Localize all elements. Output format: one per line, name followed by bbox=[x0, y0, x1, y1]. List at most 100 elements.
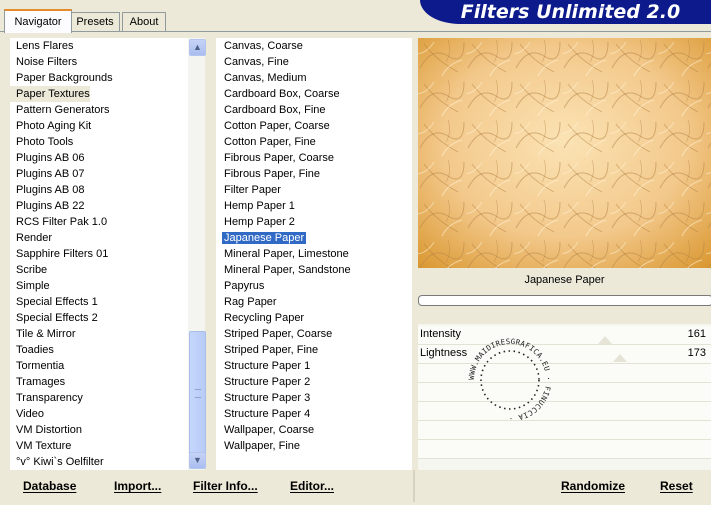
preview-filter-name: Japanese Paper bbox=[524, 274, 605, 286]
category-item[interactable]: Pattern Generators bbox=[10, 102, 110, 118]
filter-item[interactable]: Striped Paper, Fine bbox=[216, 342, 318, 358]
filter-item[interactable]: Canvas, Coarse bbox=[216, 38, 303, 54]
category-item[interactable]: Plugins AB 07 bbox=[10, 166, 85, 182]
category-item-label: Paper Textures bbox=[16, 88, 90, 100]
filter-info-button[interactable]: Filter Info... bbox=[193, 476, 258, 496]
editor-button[interactable]: Editor... bbox=[290, 476, 334, 496]
category-item[interactable]: Photo Tools bbox=[10, 134, 73, 150]
tab-divider bbox=[0, 31, 711, 32]
scroll-up-icon[interactable]: ▲ bbox=[189, 39, 206, 56]
intensity-slider-marker-icon[interactable] bbox=[598, 336, 612, 344]
category-item-label: VM Distortion bbox=[16, 424, 83, 436]
scroll-down-icon[interactable]: ▼ bbox=[189, 452, 206, 469]
filter-item-label: Canvas, Medium bbox=[224, 72, 307, 84]
scroll-thumb[interactable] bbox=[189, 331, 206, 455]
filter-item-label: Hemp Paper 2 bbox=[224, 216, 295, 228]
category-scrollbar[interactable]: ▲ ▼ bbox=[188, 38, 206, 470]
tab-presets[interactable]: Presets bbox=[70, 12, 120, 31]
reset-button[interactable]: Reset bbox=[660, 476, 693, 496]
category-item[interactable]: Tile & Mirror bbox=[10, 326, 75, 342]
category-item[interactable]: Plugins AB 08 bbox=[10, 182, 85, 198]
category-item[interactable]: Paper Textures bbox=[10, 86, 90, 102]
filter-item[interactable]: Filter Paper bbox=[216, 182, 281, 198]
filter-item[interactable]: Mineral Paper, Limestone bbox=[216, 246, 349, 262]
filter-item-label: Structure Paper 2 bbox=[224, 376, 311, 388]
filter-item-label: Hemp Paper 1 bbox=[224, 200, 295, 212]
category-item-label: Tile & Mirror bbox=[16, 328, 76, 340]
filter-item-label: Filter Paper bbox=[224, 184, 281, 196]
filter-item-label: Papyrus bbox=[224, 280, 265, 292]
category-item[interactable]: Plugins AB 22 bbox=[10, 198, 85, 214]
category-item[interactable]: Sapphire Filters 01 bbox=[10, 246, 108, 262]
category-item[interactable]: °v° Kiwi`s Oelfilter bbox=[10, 454, 104, 470]
category-item[interactable]: Tramages bbox=[10, 374, 65, 390]
category-item-label: Plugins AB 22 bbox=[16, 200, 85, 212]
filter-item[interactable]: Striped Paper, Coarse bbox=[216, 326, 332, 342]
filter-item[interactable]: Cotton Paper, Fine bbox=[216, 134, 316, 150]
filter-list[interactable]: Canvas, Coarse Canvas, Fine Canvas, Medium… bbox=[216, 38, 412, 470]
category-item-label: °v° Kiwi`s Oelfilter bbox=[16, 456, 104, 468]
filter-item-label: Cotton Paper, Coarse bbox=[224, 120, 330, 132]
filter-item[interactable]: Wallpaper, Coarse bbox=[216, 422, 314, 438]
lightness-slider-marker-icon[interactable] bbox=[613, 354, 627, 362]
filter-item[interactable]: Recycling Paper bbox=[216, 310, 304, 326]
filter-item[interactable]: Rag Paper bbox=[216, 294, 277, 310]
category-item[interactable]: Photo Aging Kit bbox=[10, 118, 91, 134]
category-list[interactable]: Lens Flares Noise Filters Paper Background… bbox=[10, 38, 188, 470]
filter-item[interactable]: Japanese Paper bbox=[216, 230, 307, 246]
category-item[interactable]: Video bbox=[10, 406, 44, 422]
filter-item[interactable]: Wallpaper, Fine bbox=[216, 438, 300, 454]
category-item-label: Noise Filters bbox=[16, 56, 78, 68]
filter-item[interactable]: Canvas, Fine bbox=[216, 54, 289, 70]
randomize-button[interactable]: Randomize bbox=[561, 476, 625, 496]
filter-item[interactable]: Structure Paper 4 bbox=[216, 406, 310, 422]
filter-item-label: Mineral Paper, Sandstone bbox=[224, 264, 351, 276]
category-item[interactable]: VM Texture bbox=[10, 438, 71, 454]
filter-item[interactable]: Hemp Paper 2 bbox=[216, 214, 295, 230]
category-item[interactable]: Tormentia bbox=[10, 358, 64, 374]
category-item[interactable]: Special Effects 1 bbox=[10, 294, 98, 310]
filter-item[interactable]: Cardboard Box, Fine bbox=[216, 102, 326, 118]
category-item-label: Pattern Generators bbox=[16, 104, 110, 116]
category-item[interactable]: Plugins AB 06 bbox=[10, 150, 85, 166]
filter-item[interactable]: Fibrous Paper, Fine bbox=[216, 166, 320, 182]
category-item[interactable]: Lens Flares bbox=[10, 38, 73, 54]
filter-item[interactable]: Structure Paper 3 bbox=[216, 390, 310, 406]
category-item-label: Scribe bbox=[16, 264, 48, 276]
tab-navigator[interactable]: Navigator bbox=[4, 9, 72, 33]
category-item-label: Photo Aging Kit bbox=[16, 120, 92, 132]
category-item[interactable]: Simple bbox=[10, 278, 50, 294]
category-item-label: Video bbox=[16, 408, 44, 420]
filter-item[interactable]: Papyrus bbox=[216, 278, 264, 294]
filter-item-label: Cotton Paper, Fine bbox=[224, 136, 316, 148]
filter-item[interactable]: Hemp Paper 1 bbox=[216, 198, 295, 214]
filter-item[interactable]: Canvas, Medium bbox=[216, 70, 307, 86]
category-item[interactable]: Render bbox=[10, 230, 52, 246]
import-button[interactable]: Import... bbox=[114, 476, 161, 496]
category-item-label: Sapphire Filters 01 bbox=[16, 248, 109, 260]
category-item[interactable]: Transparency bbox=[10, 390, 83, 406]
category-item[interactable]: Scribe bbox=[10, 262, 47, 278]
database-button[interactable]: Database bbox=[23, 476, 76, 496]
category-item-label: Transparency bbox=[16, 392, 83, 404]
app-title: Filters Unlimited 2.0 bbox=[460, 1, 681, 23]
category-item[interactable]: Paper Backgrounds bbox=[10, 70, 113, 86]
category-item[interactable]: Special Effects 2 bbox=[10, 310, 98, 326]
filter-item[interactable]: Structure Paper 2 bbox=[216, 374, 310, 390]
filter-item[interactable]: Structure Paper 1 bbox=[216, 358, 310, 374]
filter-item-label: Canvas, Fine bbox=[224, 56, 289, 68]
tab-about[interactable]: About bbox=[122, 12, 166, 31]
watermark-stamp: WWW.MAIDIRESGRAFICA.EU · FINUCCCIA · bbox=[462, 332, 558, 428]
category-item-label: Render bbox=[16, 232, 53, 244]
category-item[interactable]: Noise Filters bbox=[10, 54, 77, 70]
filter-item[interactable]: Cotton Paper, Coarse bbox=[216, 118, 330, 134]
category-item[interactable]: Toadies bbox=[10, 342, 54, 358]
category-item-label: RCS Filter Pak 1.0 bbox=[16, 216, 108, 228]
filter-item[interactable]: Fibrous Paper, Coarse bbox=[216, 150, 334, 166]
filter-item[interactable]: Mineral Paper, Sandstone bbox=[216, 262, 351, 278]
category-item[interactable]: VM Distortion bbox=[10, 422, 82, 438]
category-item-label: VM Texture bbox=[16, 440, 72, 452]
filter-item[interactable]: Cardboard Box, Coarse bbox=[216, 86, 340, 102]
filter-item-label: Structure Paper 4 bbox=[224, 408, 311, 420]
category-item[interactable]: RCS Filter Pak 1.0 bbox=[10, 214, 107, 230]
